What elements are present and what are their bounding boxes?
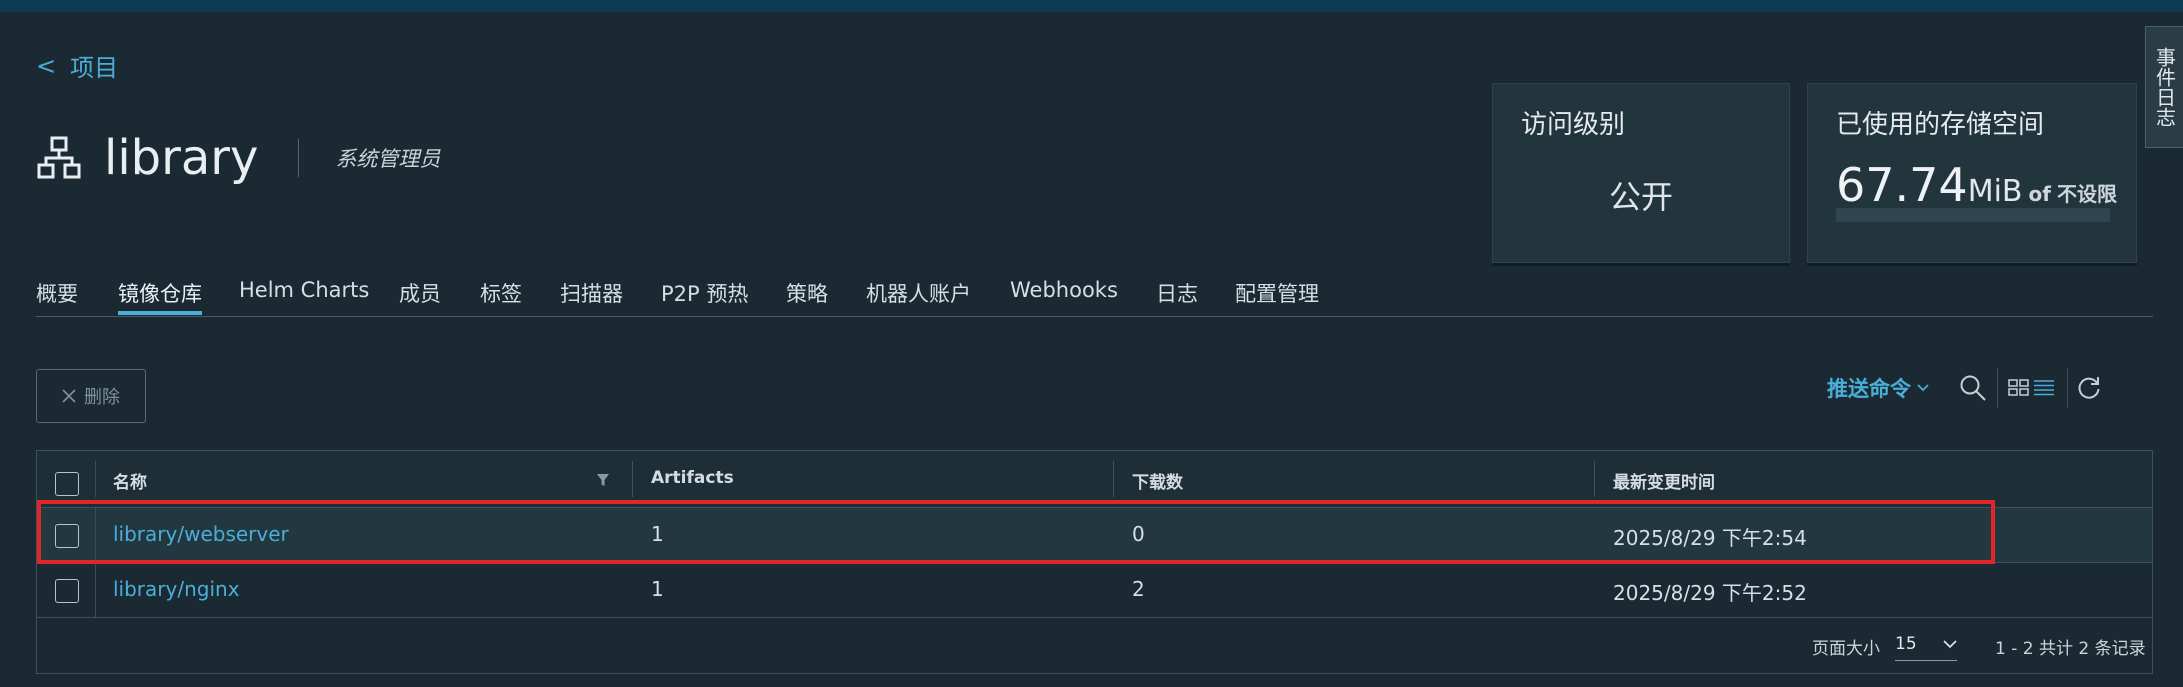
project-title: library <box>104 130 259 186</box>
tab-logs[interactable]: 日志 <box>1156 278 1198 308</box>
storage-unit: MiB <box>1967 174 2023 209</box>
artifacts-count: 1 <box>651 522 664 546</box>
table-header: 名称 Artifacts 下载数 最新变更时间 <box>37 451 2152 508</box>
page-size-label: 页面大小 <box>1812 639 1880 659</box>
table-footer: 页面大小 15 1 - 2 共计 2 条记录 <box>37 618 2152 672</box>
top-header-bar <box>0 0 2183 12</box>
title-divider <box>298 139 300 177</box>
last-modified: 2025/8/29 下午2:54 <box>1613 526 1807 550</box>
tab-p2p-preheat[interactable]: P2P 预热 <box>661 278 748 308</box>
list-view-icon <box>2034 380 2054 396</box>
storage-card: 已使用的存储空间 67.74MiB of 不设限 <box>1807 83 2137 263</box>
pull-count: 0 <box>1132 522 1145 546</box>
tab-policy[interactable]: 策略 <box>786 278 828 308</box>
column-name-header[interactable]: 名称 <box>113 468 147 493</box>
storage-title: 已使用的存储空间 <box>1836 110 2045 140</box>
repository-table: 名称 Artifacts 下载数 最新变更时间 library/webserve… <box>36 450 2153 674</box>
column-divider <box>95 508 96 562</box>
access-level-card: 访问级别 公开 <box>1492 83 1790 263</box>
tab-summary[interactable]: 概要 <box>36 278 78 308</box>
project-tabs: 概要 镜像仓库 Helm Charts 成员 标签 扫描器 P2P 预热 策略 … <box>36 275 2153 317</box>
tab-webhooks[interactable]: Webhooks <box>1010 278 1118 302</box>
tab-configuration[interactable]: 配置管理 <box>1235 278 1319 308</box>
tab-repositories[interactable]: 镜像仓库 <box>118 278 202 315</box>
project-header: library 系统管理员 <box>36 130 440 186</box>
push-command-dropdown[interactable]: 推送命令 <box>1827 373 1929 403</box>
tab-robot-accounts[interactable]: 机器人账户 <box>866 278 971 308</box>
chevron-down-icon <box>1943 639 1957 648</box>
user-role: 系统管理员 <box>335 147 441 171</box>
column-pulls-header[interactable]: 下载数 <box>1132 468 1183 493</box>
last-modified: 2025/8/29 下午2:52 <box>1613 581 1807 605</box>
search-icon <box>1960 375 1986 401</box>
refresh-icon <box>2078 377 2100 399</box>
toolbar-divider <box>2067 368 2068 408</box>
close-icon <box>62 389 76 403</box>
filter-icon[interactable] <box>596 473 610 487</box>
table-row[interactable]: library/nginx 1 2 2025/8/29 下午2:52 <box>37 563 2152 618</box>
card-view-button[interactable] <box>2008 371 2030 405</box>
select-all-checkbox[interactable] <box>55 472 79 496</box>
storage-of: of <box>2028 182 2051 206</box>
tab-scanner[interactable]: 扫描器 <box>560 278 623 308</box>
storage-usage-bar <box>1836 208 2110 222</box>
table-row[interactable]: library/webserver 1 0 2025/8/29 下午2:54 <box>37 508 2152 563</box>
tab-helm-charts[interactable]: Helm Charts <box>239 278 369 302</box>
search-button[interactable] <box>1959 371 1987 405</box>
delete-button[interactable]: 删除 <box>36 369 146 423</box>
artifacts-count: 1 <box>651 577 664 601</box>
access-level-title: 访问级别 <box>1521 110 1626 140</box>
breadcrumb-label: 项目 <box>70 54 119 82</box>
card-view-icon <box>2008 379 2029 396</box>
pull-count: 2 <box>1132 577 1145 601</box>
tab-members[interactable]: 成员 <box>399 278 441 308</box>
column-divider <box>1594 461 1595 497</box>
column-updated-header[interactable]: 最新变更时间 <box>1613 468 1715 493</box>
storage-number: 67.74 <box>1836 158 1968 212</box>
tab-labels[interactable]: 标签 <box>480 278 522 308</box>
column-artifacts-header[interactable]: Artifacts <box>651 468 734 488</box>
row-checkbox[interactable] <box>55 579 79 603</box>
toolbar-divider <box>1997 368 1998 408</box>
event-log-tab[interactable]: 事件日志 <box>2145 26 2183 148</box>
storage-quota: 不设限 <box>2056 182 2117 206</box>
column-divider <box>95 563 96 617</box>
page-size-select[interactable]: 15 <box>1895 628 1957 661</box>
push-command-label: 推送命令 <box>1827 377 1911 401</box>
storage-value: 67.74MiB of 不设限 <box>1836 158 2117 212</box>
access-level-value: 公开 <box>1608 178 1673 216</box>
column-divider <box>632 461 633 497</box>
project-icon <box>37 136 81 179</box>
repository-name-link[interactable]: library/webserver <box>113 522 289 546</box>
list-view-button[interactable] <box>2033 371 2055 405</box>
column-divider <box>95 461 96 497</box>
column-divider <box>1113 461 1114 497</box>
repository-name-link[interactable]: library/nginx <box>113 577 240 601</box>
chevron-down-icon <box>1917 384 1929 392</box>
event-log-label: 事件日志 <box>2152 47 2177 127</box>
back-chevron-icon: < <box>36 51 57 80</box>
page-size-value: 15 <box>1895 634 1917 654</box>
refresh-button[interactable] <box>2076 371 2102 405</box>
pagination-summary: 1 - 2 共计 2 条记录 <box>1995 639 2146 659</box>
breadcrumb-back-link[interactable]: < 项目 <box>36 48 118 83</box>
delete-label: 删除 <box>84 387 120 408</box>
row-checkbox[interactable] <box>55 524 79 548</box>
